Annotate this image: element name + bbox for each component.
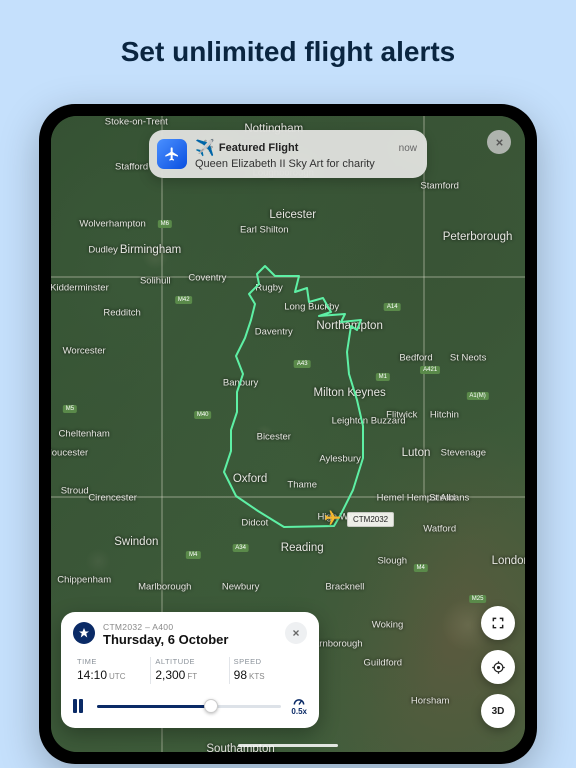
city-label: Bicester [257, 432, 291, 443]
close-notification-button[interactable] [487, 130, 511, 154]
notification-time: now [399, 143, 417, 154]
city-label: Wolverhampton [79, 219, 145, 230]
city-label: Worcester [63, 346, 106, 357]
device-frame: Stoke-on-TrentNottinghamDerbyStaffordLou… [39, 104, 537, 764]
altitude-label: ALTITUDE [155, 657, 224, 666]
city-label: Reading [281, 542, 324, 554]
city-label: Newbury [222, 581, 260, 592]
flight-info-card: CTM2032 – A400 Thursday, 6 October TIME … [61, 612, 319, 728]
city-label: Redditch [103, 308, 141, 319]
road-badge: M40 [194, 411, 212, 419]
marketing-headline: Set unlimited flight alerts [0, 0, 576, 90]
city-label: Guildford [364, 657, 403, 668]
city-label: Birmingham [120, 244, 181, 256]
road-badge: M5 [63, 405, 77, 413]
city-label: Kidderminster [51, 282, 109, 293]
city-label: St Neots [450, 352, 486, 363]
city-label: Stevenage [441, 448, 486, 459]
city-label: Peterborough [443, 231, 513, 243]
notification-emoji: ✈️ [195, 138, 215, 158]
speed-label: SPEED [234, 657, 303, 666]
timeline-slider[interactable] [97, 705, 281, 708]
city-label: Rugby [255, 282, 282, 293]
city-label: Cheltenham [59, 429, 110, 440]
road-badge: M1 [376, 373, 390, 381]
road-badge: M6 [158, 220, 172, 228]
city-label: Dudley [88, 244, 118, 255]
road-badge: M25 [469, 595, 487, 603]
playback-speed-button[interactable]: 0.5x [291, 696, 307, 716]
altitude-value: 2,300 [155, 668, 185, 682]
road-badge: A1(M) [466, 392, 488, 400]
city-label: Swindon [114, 536, 158, 548]
home-indicator [238, 744, 338, 748]
city-label: Oxford [233, 473, 268, 485]
3d-toggle-button[interactable]: 3D [481, 694, 515, 728]
city-label: Chippenham [57, 575, 111, 586]
city-label: Stafford [115, 161, 148, 172]
flight-date: Thursday, 6 October [103, 632, 277, 647]
road-badge: M4 [414, 564, 428, 572]
flight-callsign: CTM2032 – A400 [103, 622, 277, 632]
road-badge: M4 [186, 551, 200, 559]
city-label: Long Buckby [284, 301, 339, 312]
road-badge: A43 [294, 360, 311, 368]
card-close-button[interactable] [285, 622, 307, 644]
notification-banner[interactable]: ✈️ Featured Flight now Queen Elizabeth I… [149, 130, 427, 178]
flight-label-tag[interactable]: CTM2032 [347, 512, 394, 527]
city-label: Luton [402, 447, 431, 459]
time-value: 14:10 [77, 668, 107, 682]
pause-button[interactable] [73, 699, 87, 713]
city-label: Stamford [420, 180, 459, 191]
city-label: Leicester [269, 209, 316, 221]
road-badge: A34 [232, 544, 249, 552]
city-label: London [492, 555, 525, 567]
brand-icon [73, 622, 95, 644]
road-badge: M42 [175, 296, 193, 304]
city-label: Marlborough [138, 581, 191, 592]
city-label: Bracknell [325, 581, 364, 592]
time-label: TIME [77, 657, 146, 666]
city-label: Woking [372, 619, 404, 630]
fullscreen-button[interactable] [481, 606, 515, 640]
city-label: Leighton Buzzard [332, 416, 406, 427]
city-label: Earl Shilton [240, 225, 289, 236]
speed-value: 98 [234, 668, 247, 682]
aircraft-icon[interactable] [319, 509, 342, 527]
city-label: Watford [423, 524, 456, 535]
recenter-button[interactable] [481, 650, 515, 684]
city-label: Coventry [188, 273, 226, 284]
city-label: Gloucester [51, 448, 88, 459]
city-label: Milton Keynes [313, 387, 385, 399]
notification-body: ✈️ Featured Flight now Queen Elizabeth I… [195, 138, 417, 170]
city-label: Stoke-on-Trent [105, 117, 168, 128]
city-label: Daventry [255, 327, 293, 338]
city-label: Hitchin [430, 409, 459, 420]
city-label: Horsham [411, 696, 450, 707]
city-label: Banbury [223, 378, 258, 389]
city-label: Aylesbury [319, 454, 361, 465]
city-label: Thame [287, 479, 317, 490]
app-screen: Stoke-on-TrentNottinghamDerbyStaffordLou… [51, 116, 525, 752]
app-icon [157, 139, 187, 169]
map-controls: 3D [481, 606, 515, 728]
city-label: Bedford [399, 352, 432, 363]
city-label: Slough [377, 556, 407, 567]
notification-title: Featured Flight [219, 142, 298, 154]
road-badge: A14 [384, 303, 401, 311]
road-badge: A421 [420, 366, 440, 374]
flight-stats: TIME 14:10UTC ALTITUDE 2,300FT SPEED 98K… [73, 657, 307, 684]
city-label: Northampton [316, 320, 382, 332]
playback-controls: 0.5x [73, 696, 307, 716]
city-label: Didcot [241, 518, 268, 529]
city-label: Flitwick [386, 409, 417, 420]
notification-message: Queen Elizabeth II Sky Art for charity [195, 158, 417, 170]
